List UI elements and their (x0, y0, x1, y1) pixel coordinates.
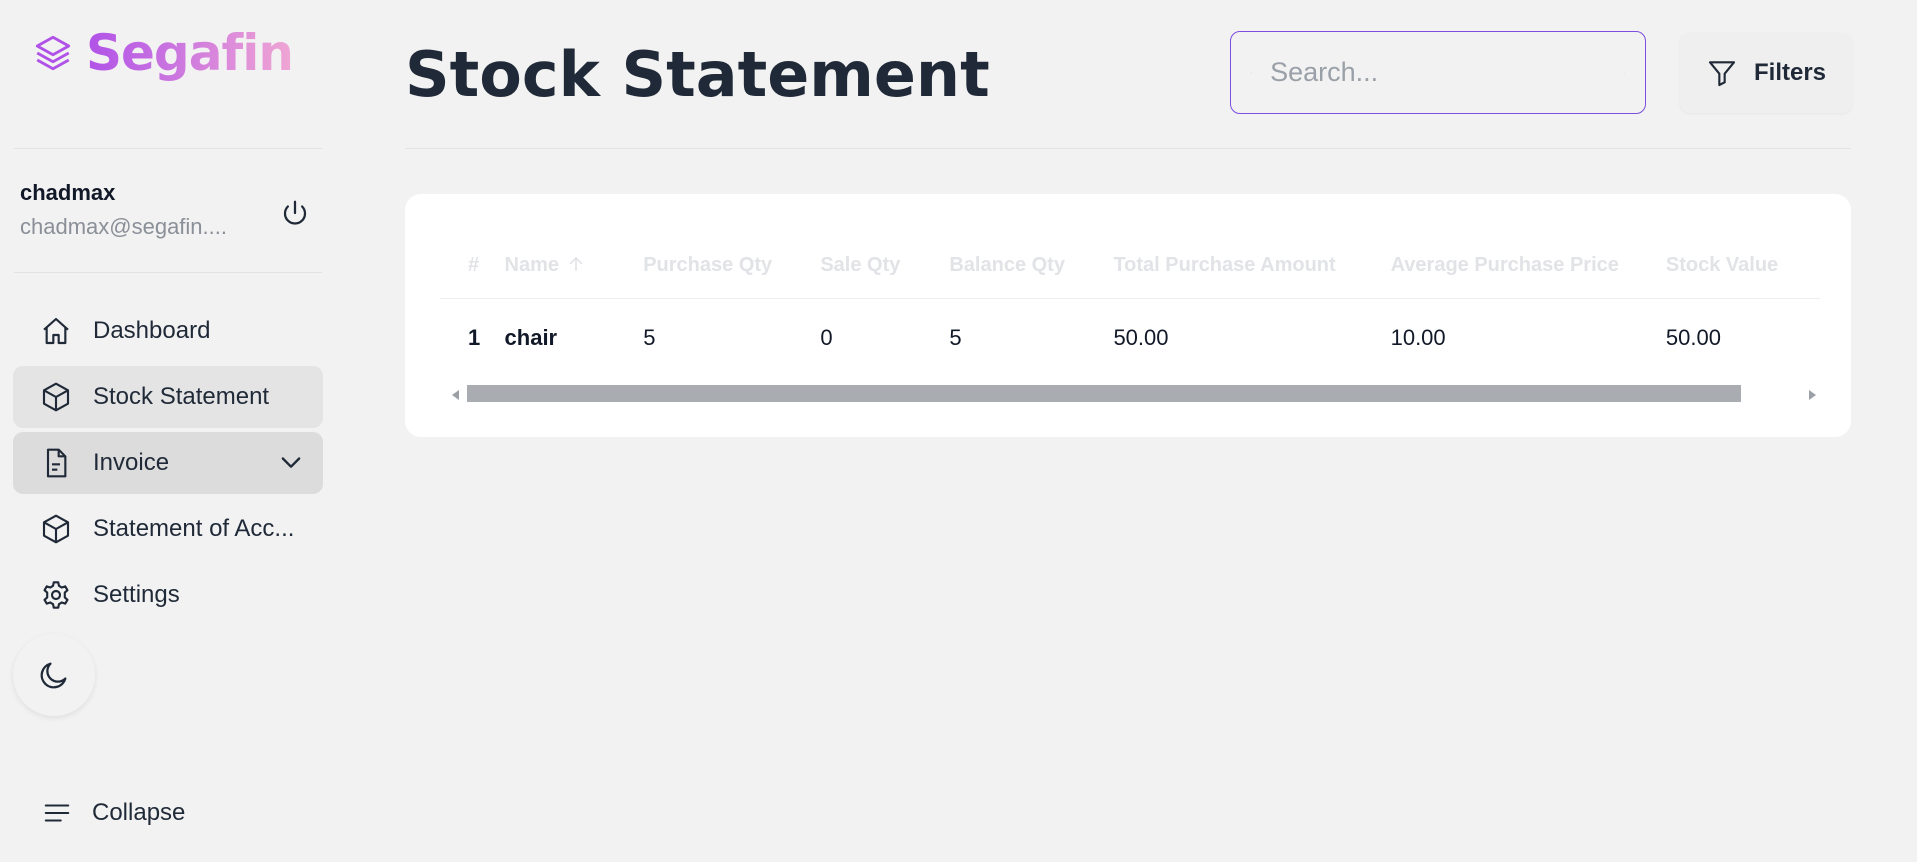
stock-table-card: # Name Purchase Qty Sale Qty Balance Qty… (405, 194, 1851, 437)
gear-icon (39, 578, 73, 612)
sidebar-item-label: Stock Statement (93, 383, 270, 410)
moon-icon (40, 662, 67, 689)
column-header-stock-value[interactable]: Stock Value (1665, 234, 1820, 299)
column-header-index[interactable]: # (440, 234, 505, 299)
layers-icon (35, 35, 71, 71)
column-header-sale-qty[interactable]: Sale Qty (820, 234, 950, 299)
table-scroll-area[interactable]: # Name Purchase Qty Sale Qty Balance Qty… (440, 234, 1820, 364)
user-email: chadmax@segafin.... (20, 214, 227, 239)
filter-icon (1708, 61, 1736, 87)
sidebar-item-label: Dashboard (93, 317, 211, 344)
sidebar-item-stock-statement[interactable]: Stock Statement (13, 366, 323, 428)
cell-purchase-qty: 5 (643, 325, 656, 351)
stock-table: # Name Purchase Qty Sale Qty Balance Qty… (440, 234, 1820, 364)
sidebar-item-label: Statement of Acc... (93, 515, 295, 542)
document-icon (39, 446, 73, 480)
page-title: Stock Statement (405, 38, 990, 111)
brand-logo[interactable]: Segafin (32, 24, 294, 82)
cell-total-purchase-amount: 50.00 (1113, 325, 1169, 351)
sidebar-item-statement-of-account[interactable]: Statement of Acc... (13, 498, 323, 560)
column-header-average-purchase-price[interactable]: Average Purchase Price (1390, 234, 1666, 299)
collapse-button[interactable]: Collapse (42, 798, 185, 828)
cell-stock-value: 50.00 (1665, 325, 1721, 351)
home-icon (39, 314, 73, 348)
sidebar-nav: Dashboard Stock Statement Invoice Statem… (13, 300, 323, 630)
chevron-down-icon[interactable] (277, 448, 305, 483)
scroll-left-arrow-icon[interactable] (452, 390, 459, 400)
cell-name: chair (504, 325, 558, 351)
scroll-right-arrow-icon[interactable] (1809, 390, 1816, 400)
sidebar-item-dashboard[interactable]: Dashboard (13, 300, 323, 362)
logout-button[interactable] (276, 194, 314, 232)
cube-icon (39, 380, 73, 414)
column-header-label: Name (504, 254, 560, 277)
close-icon[interactable] (1624, 59, 1625, 87)
power-icon (283, 200, 307, 225)
sidebar-divider (14, 148, 322, 149)
sidebar-item-label: Invoice (93, 449, 170, 476)
search-input[interactable] (1270, 57, 1625, 88)
cell-average-purchase-price: 10.00 (1390, 325, 1446, 351)
header-divider (405, 148, 1851, 149)
sidebar: Segafin chadmax chadmax@segafin.... Dash… (0, 0, 336, 862)
sidebar-divider (14, 272, 322, 273)
table-header-row: # Name Purchase Qty Sale Qty Balance Qty… (440, 234, 1820, 299)
table-row[interactable]: 1 chair 5 0 5 50.00 10.00 50.00 (440, 298, 1820, 364)
cell-index: 1 (468, 325, 481, 351)
sort-ascending-icon (569, 257, 583, 272)
sidebar-item-label: Settings (93, 581, 180, 608)
brand-name: Segafin (86, 24, 294, 82)
cube-icon (39, 512, 73, 546)
horizontal-scrollbar[interactable] (445, 384, 1820, 406)
column-header-name[interactable]: Name (504, 234, 644, 299)
theme-toggle-button[interactable] (13, 634, 95, 716)
user-profile: chadmax chadmax@segafin.... (20, 180, 320, 240)
sidebar-item-settings[interactable]: Settings (13, 564, 323, 626)
filters-button[interactable]: Filters (1680, 33, 1852, 113)
cell-balance-qty: 5 (949, 325, 962, 351)
column-header-purchase-qty[interactable]: Purchase Qty (643, 234, 821, 299)
menu-icon (44, 804, 70, 822)
sidebar-item-invoice[interactable]: Invoice (13, 432, 323, 494)
search-box (1230, 31, 1646, 114)
cell-sale-qty: 0 (820, 325, 833, 351)
search-icon (1251, 72, 1252, 73)
column-header-total-purchase-amount[interactable]: Total Purchase Amount (1113, 234, 1391, 299)
collapse-label: Collapse (92, 799, 186, 826)
user-name: chadmax (20, 180, 116, 205)
scrollbar-thumb[interactable] (467, 385, 1741, 402)
column-header-balance-qty[interactable]: Balance Qty (949, 234, 1114, 299)
filters-label: Filters (1753, 59, 1827, 86)
